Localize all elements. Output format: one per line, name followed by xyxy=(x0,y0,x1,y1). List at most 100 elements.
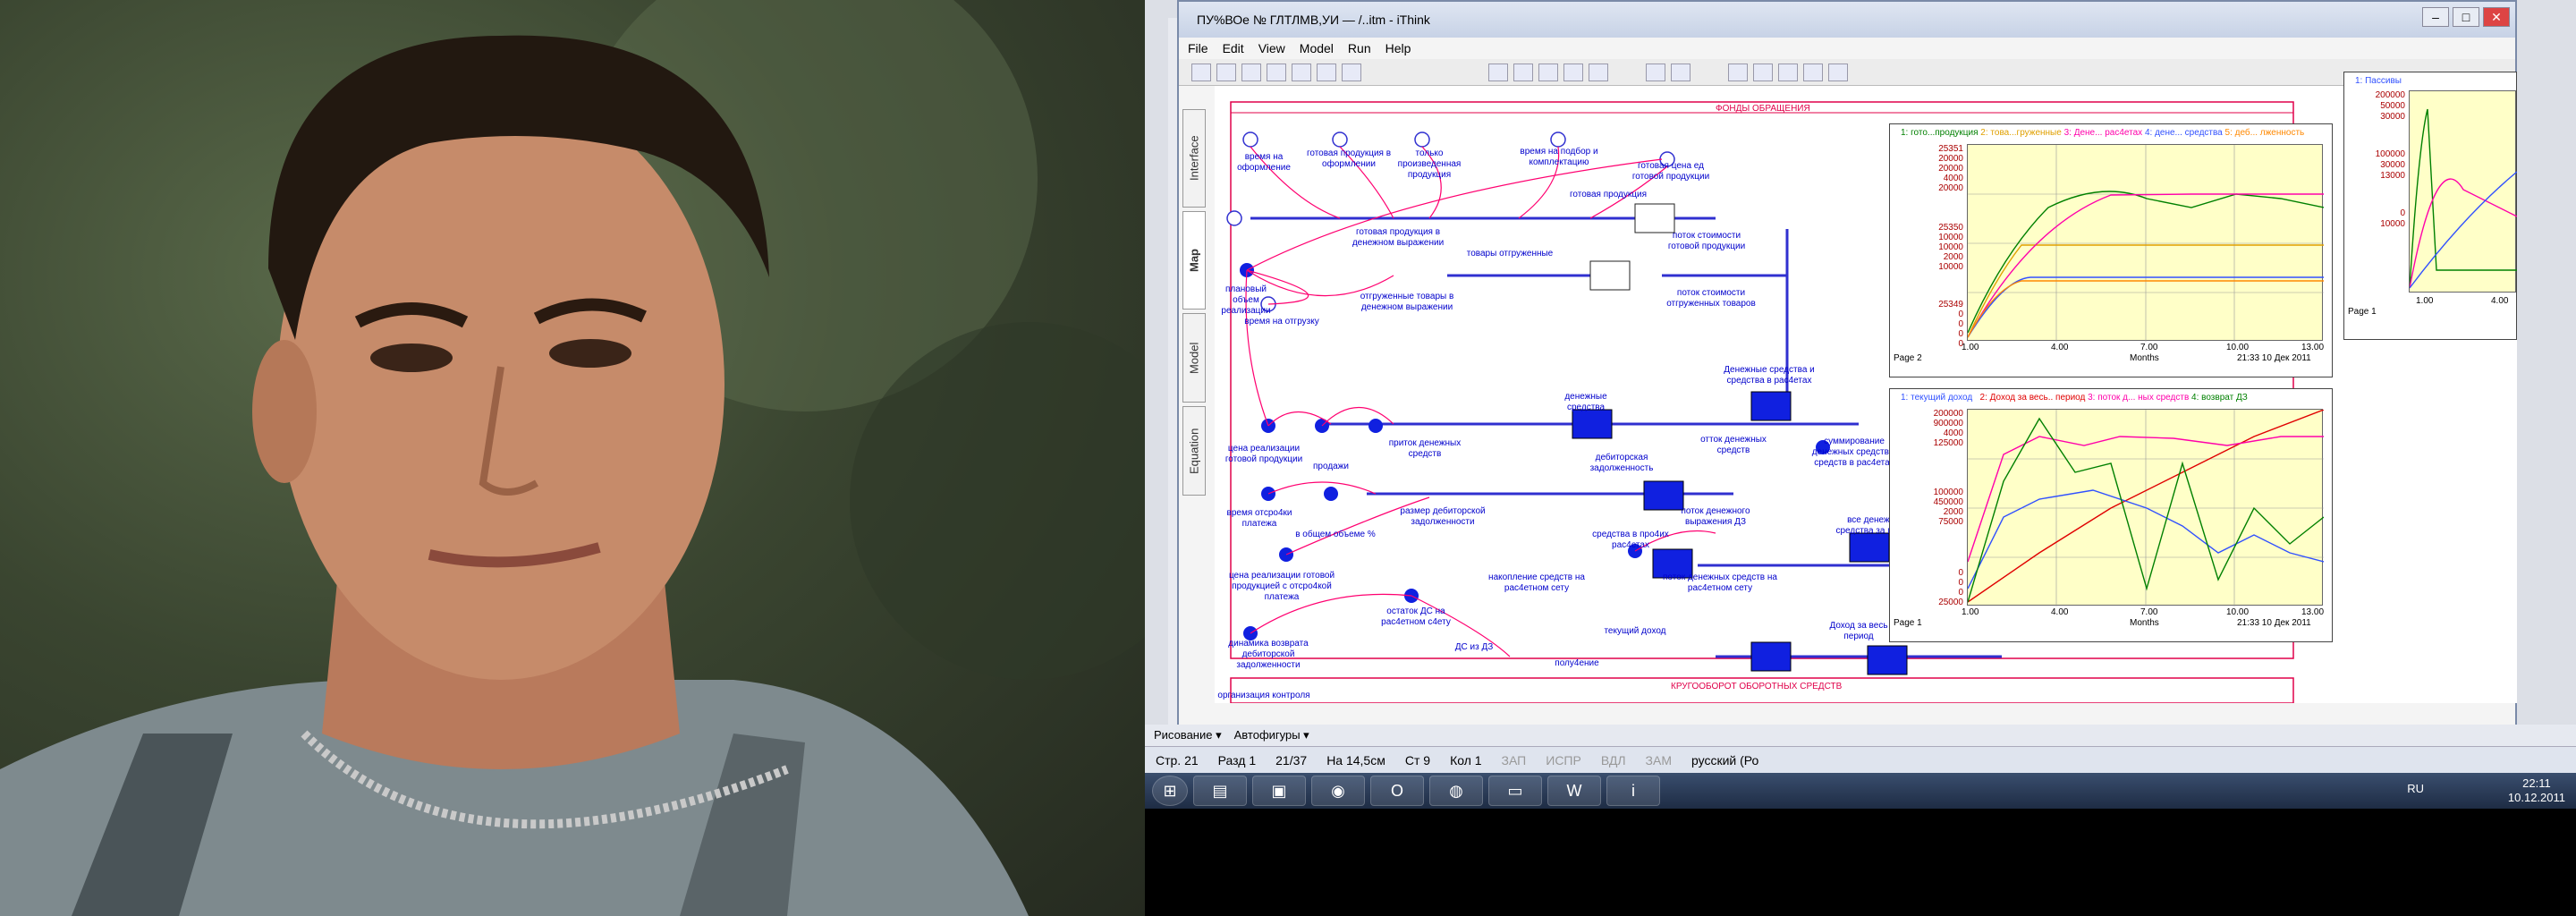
y-axis: 200000 50000 30000 100000 30000 13000 0 … xyxy=(2346,90,2405,230)
page-label[interactable]: Page 1 xyxy=(1894,618,1922,628)
slider-tool-icon[interactable] xyxy=(1589,63,1608,81)
x-tick: 4.00 xyxy=(2051,607,2069,617)
menu-edit[interactable]: Edit xyxy=(1223,41,1244,55)
y-axis-mid: 25350 10000 10000 2000 10000 xyxy=(1892,223,1963,272)
x-tick: 4.00 xyxy=(2051,343,2069,352)
graph-right-passives[interactable]: 1: Пассивы 200000 50000 30000 100000 300… xyxy=(2343,72,2518,340)
connector-tool-icon[interactable] xyxy=(1267,63,1286,81)
status-line: Ст 9 xyxy=(1404,752,1431,768)
label-payment-delay: время отсро4ки платежа xyxy=(1226,508,1292,529)
toolbar xyxy=(1179,59,2515,86)
x-tick: 7.00 xyxy=(2140,343,2158,352)
tab-model[interactable]: Model xyxy=(1182,313,1206,403)
graph-bottom-plot xyxy=(1967,409,2325,606)
legend-item: 1: текущий доход xyxy=(1901,393,1973,403)
tick: 0 xyxy=(1958,319,1963,329)
label-sale-price: цена реализации готовой продукции xyxy=(1224,444,1303,464)
page-label[interactable]: Page 1 xyxy=(2348,307,2377,317)
photo xyxy=(0,0,1145,916)
stock-tool-icon[interactable] xyxy=(1191,63,1211,81)
flow-tool-icon[interactable] xyxy=(1216,63,1236,81)
help-icon[interactable] xyxy=(1317,63,1336,81)
label-cash-inflow: приток денежных средств xyxy=(1388,438,1462,459)
tab-map[interactable]: Map xyxy=(1182,211,1206,310)
legend-item: 1: гото...продукция xyxy=(1901,128,1979,138)
dynamite-icon[interactable] xyxy=(1803,63,1823,81)
x-axis-label: Months xyxy=(2130,618,2159,628)
paintbrush-icon[interactable] xyxy=(1778,63,1798,81)
tick: 10000 xyxy=(2380,219,2405,229)
tick: 30000 xyxy=(2380,112,2405,122)
opera-icon[interactable]: O xyxy=(1370,776,1424,806)
firefox-icon[interactable]: ◍ xyxy=(1429,776,1483,806)
menu-run[interactable]: Run xyxy=(1348,41,1371,55)
legend-item: 2: това...груженные xyxy=(1980,128,2062,138)
converter-tool-icon[interactable] xyxy=(1241,63,1261,81)
menu-help[interactable]: Help xyxy=(1385,41,1411,55)
folder-icon[interactable]: ▣ xyxy=(1252,776,1306,806)
status-language: русский (Ро xyxy=(1691,752,1759,768)
label-shipped-goods: товары отгруженные xyxy=(1466,249,1554,259)
menu-file[interactable]: File xyxy=(1188,41,1208,55)
graph-page-2[interactable]: 1: гото...продукция 2: това...груженные … xyxy=(1889,123,2333,377)
tab-equation[interactable]: Equation xyxy=(1182,406,1206,496)
ghost-icon[interactable] xyxy=(1828,63,1848,81)
hand-tool-icon[interactable] xyxy=(1753,63,1773,81)
page-label[interactable]: Page 2 xyxy=(1894,353,1922,363)
autoshapes-menu[interactable]: Автофигуры ▾ xyxy=(1234,728,1309,742)
tick: 25000 xyxy=(1938,598,1963,607)
monitor-icon[interactable]: ▭ xyxy=(1488,776,1542,806)
maximize-button[interactable]: □ xyxy=(2453,7,2479,27)
label-cash-outflow: отток денежных средств xyxy=(1700,435,1767,455)
graph-top-plot xyxy=(1967,144,2325,342)
sector-tool-icon[interactable] xyxy=(1342,63,1361,81)
label-time-selection: время на подбор и комплектацию xyxy=(1520,147,1598,167)
tick: 450000 xyxy=(1933,497,1963,507)
ithink-icon[interactable]: i xyxy=(1606,776,1660,806)
legend-item: 4: дене... средства xyxy=(2144,128,2223,138)
label-income-period: Доход за весь период xyxy=(1829,621,1888,641)
minimize-button[interactable]: – xyxy=(2422,7,2449,27)
label-shipped-flow: поток стоимости отгруженных товаров xyxy=(1666,288,1756,309)
menu-model[interactable]: Model xyxy=(1300,41,1334,55)
numeric-display-icon[interactable] xyxy=(1538,63,1558,81)
tick: 20000 xyxy=(1938,164,1963,174)
status-position: На 14,5см xyxy=(1326,752,1385,768)
x-tick: 1.00 xyxy=(1962,607,1979,617)
label-current-income: текущий доход xyxy=(1604,626,1666,636)
taskbar-app-icon[interactable]: ▤ xyxy=(1193,776,1247,806)
close-button[interactable]: ✕ xyxy=(2483,7,2510,27)
pointer-tool-icon[interactable] xyxy=(1728,63,1748,81)
x-tick: 10.00 xyxy=(2226,607,2250,617)
menu-view[interactable]: View xyxy=(1258,41,1285,55)
graph-page-1[interactable]: 1: текущий доход 2: Доход за весь.. пери… xyxy=(1889,388,2333,642)
drawing-menu[interactable]: Рисование ▾ xyxy=(1154,728,1222,742)
legend-item: 2: Доход за весь.. период xyxy=(1979,393,2086,403)
x-tick: 4.00 xyxy=(2491,296,2509,306)
graph-bottom-lines xyxy=(1967,409,2325,606)
text-tool-icon[interactable] xyxy=(1646,63,1665,81)
tab-interface[interactable]: Interface xyxy=(1182,109,1206,208)
graph-right-legend: 1: Пассивы xyxy=(2355,76,2402,86)
status-trk: ИСПР xyxy=(1546,752,1581,768)
chrome-icon[interactable]: ◉ xyxy=(1311,776,1365,806)
label-receivables-size: размер дебиторской задолженности xyxy=(1400,506,1486,527)
start-button[interactable]: ⊞ xyxy=(1152,776,1188,806)
picture-tool-icon[interactable] xyxy=(1671,63,1690,81)
language-indicator[interactable]: RU xyxy=(2407,782,2424,795)
table-tool-icon[interactable] xyxy=(1513,63,1533,81)
knob-tool-icon[interactable] xyxy=(1563,63,1583,81)
clock[interactable]: 22:11 10.12.2011 xyxy=(2508,776,2565,805)
word-icon[interactable]: W xyxy=(1547,776,1601,806)
label-control: организация контроля xyxy=(1217,691,1310,700)
clock-time: 22:11 xyxy=(2522,776,2551,790)
desktop: ПУ%ВОе № ГЛТЛМВ,УИ — /..itm - iThink – □… xyxy=(1145,0,2576,916)
drawing-toolbar: Рисование ▾ Автофигуры ▾ xyxy=(1145,725,2576,746)
label-cash-from-receivables: ДС из ДЗ xyxy=(1454,642,1494,652)
label-receivables-flow: поток денежного выражения ДЗ xyxy=(1681,506,1750,527)
map-canvas[interactable]: ФОНДЫ ОБРАЩЕНИЯ КРУГООБОРОТ ОБОРОТНЫХ СР… xyxy=(1215,72,2518,703)
x-tick: 10.00 xyxy=(2226,343,2250,352)
label-finished-in-processing: готовая продукция в оформлении xyxy=(1306,148,1392,169)
decision-tool-icon[interactable] xyxy=(1292,63,1311,81)
graph-tool-icon[interactable] xyxy=(1488,63,1508,81)
